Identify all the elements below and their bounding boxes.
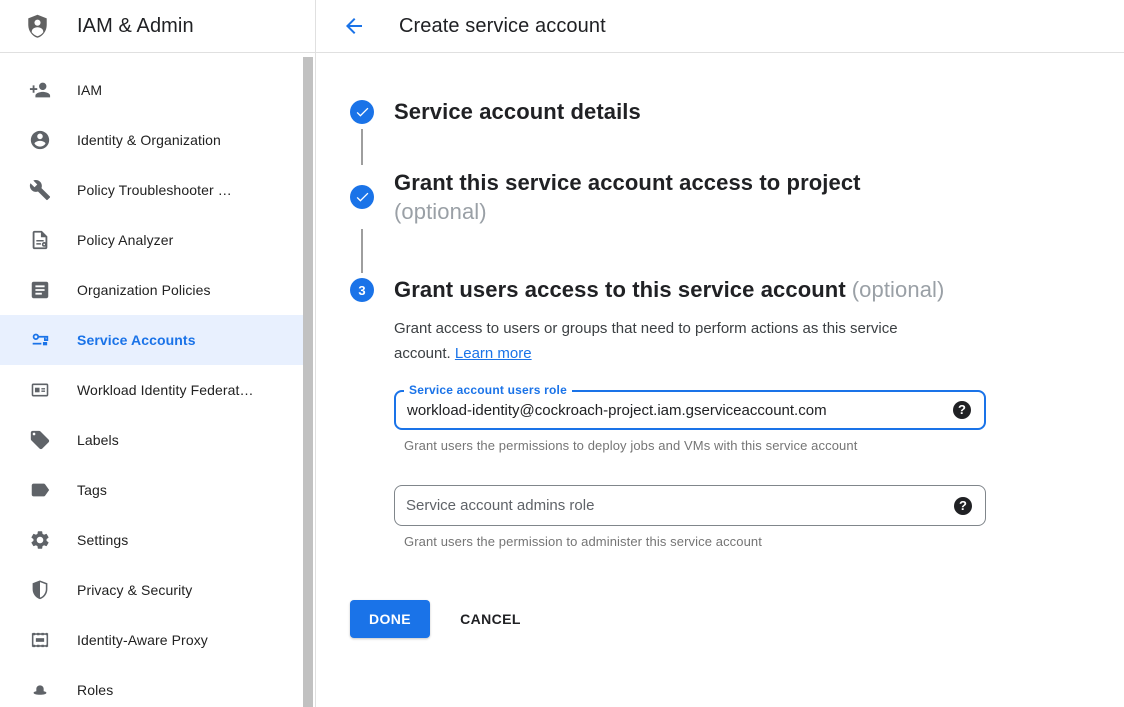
step-3-number-badge: 3 [350, 278, 374, 302]
sidebar-item-label: Roles [77, 682, 113, 698]
sidebar-item-workload-identity-federation[interactable]: Workload Identity Federat… [0, 365, 303, 415]
done-button[interactable]: DONE [350, 600, 430, 638]
help-icon[interactable]: ? [953, 401, 971, 419]
sidebar-item-label: Policy Troubleshooter … [77, 182, 232, 198]
step-3-optional-label: (optional) [852, 277, 945, 302]
sidebar-item-iam[interactable]: IAM [0, 65, 303, 115]
step-3-title: Grant users access to this service accou… [394, 277, 846, 302]
step-connector [361, 229, 363, 273]
sidebar-item-label: Workload Identity Federat… [77, 382, 254, 398]
step-3-number: 3 [358, 283, 365, 298]
step-3-description: Grant access to users or groups that nee… [394, 316, 950, 366]
step-3-body: Grant access to users or groups that nee… [394, 316, 1010, 549]
step-connector [361, 129, 363, 165]
sidebar-item-policy-analyzer[interactable]: Policy Analyzer [0, 215, 303, 265]
sidebar-item-label: Tags [77, 482, 107, 498]
gear-icon [28, 528, 52, 552]
id-card-icon [28, 378, 52, 402]
cancel-button[interactable]: CANCEL [460, 611, 521, 627]
sidebar-item-tags[interactable]: Tags [0, 465, 303, 515]
arrow-left-icon [342, 14, 366, 38]
check-icon [354, 189, 370, 205]
service-account-users-role-field[interactable]: Service account users role ? [394, 390, 986, 430]
tag-icon [28, 428, 52, 452]
wizard-actions: DONE CANCEL [350, 600, 1010, 638]
users-role-field-label: Service account users role [404, 383, 572, 397]
step-2-optional-label: (optional) [394, 197, 861, 226]
learn-more-link[interactable]: Learn more [455, 345, 532, 362]
shield-half-icon [28, 578, 52, 602]
sidebar-item-label: Labels [77, 432, 119, 448]
sidebar-item-policy-troubleshooter[interactable]: Policy Troubleshooter … [0, 165, 303, 215]
sidebar-item-privacy-security[interactable]: Privacy & Security [0, 565, 303, 615]
proxy-frame-icon [28, 628, 52, 652]
step-1-completed-badge [350, 100, 374, 124]
sidebar-item-label: Organization Policies [77, 282, 211, 298]
article-icon [28, 278, 52, 302]
sidebar-item-label: Identity & Organization [77, 132, 221, 148]
page-title: Create service account [399, 15, 606, 38]
main-content: Create service account Service account d… [316, 0, 1124, 707]
sidebar-item-identity-aware-proxy[interactable]: Identity-Aware Proxy [0, 615, 303, 665]
sidebar-item-settings[interactable]: Settings [0, 515, 303, 565]
wrench-icon [28, 178, 52, 202]
admins-role-input[interactable] [395, 486, 985, 525]
sidebar-item-label: Identity-Aware Proxy [77, 632, 208, 648]
step-1-title: Service account details [394, 99, 641, 124]
create-service-account-wizard: Service account details Grant this servi… [350, 53, 1010, 638]
product-title: IAM & Admin [77, 15, 194, 38]
sidebar-header: IAM & Admin [0, 0, 315, 53]
sidebar-item-label: Privacy & Security [77, 582, 192, 598]
sidebar-item-label: Policy Analyzer [77, 232, 173, 248]
iam-shield-logo-icon [24, 13, 51, 40]
service-account-key-icon [28, 328, 52, 352]
service-account-admins-role-field[interactable]: ? [394, 485, 986, 526]
app-window: IAM & Admin IAM Identity & Organization … [0, 0, 1124, 707]
step-2-completed-badge [350, 185, 374, 209]
help-icon[interactable]: ? [954, 497, 972, 515]
sidebar-item-label: Service Accounts [77, 332, 196, 348]
page-header: Create service account [316, 0, 1124, 53]
back-button[interactable] [342, 14, 366, 38]
sidebar-item-label: IAM [77, 82, 102, 98]
sidebar-scrollbar[interactable] [303, 57, 313, 707]
account-circle-icon [28, 128, 52, 152]
users-role-input[interactable] [396, 392, 984, 428]
users-role-helper-text: Grant users the permissions to deploy jo… [404, 438, 1010, 453]
document-gear-icon [28, 228, 52, 252]
sidebar-item-roles[interactable]: Roles [0, 665, 303, 707]
sidebar-item-label: Settings [77, 532, 128, 548]
check-icon [354, 104, 370, 120]
step-2-grant-access-to-project: Grant this service account access to pro… [350, 168, 1010, 226]
label-icon [28, 478, 52, 502]
sidebar: IAM & Admin IAM Identity & Organization … [0, 0, 316, 707]
sidebar-item-service-accounts[interactable]: Service Accounts [0, 315, 303, 365]
step-1-service-account-details: Service account details [350, 98, 1010, 126]
sidebar-nav: IAM Identity & Organization Policy Troub… [0, 65, 303, 707]
step-2-title: Grant this service account access to pro… [394, 168, 861, 197]
sidebar-item-labels[interactable]: Labels [0, 415, 303, 465]
hat-icon [28, 678, 52, 702]
step-3-grant-users-access: 3 Grant users access to this service acc… [350, 276, 1010, 304]
person-add-icon [28, 78, 52, 102]
sidebar-item-identity-organization[interactable]: Identity & Organization [0, 115, 303, 165]
admins-role-helper-text: Grant users the permission to administer… [404, 534, 1010, 549]
sidebar-item-organization-policies[interactable]: Organization Policies [0, 265, 303, 315]
